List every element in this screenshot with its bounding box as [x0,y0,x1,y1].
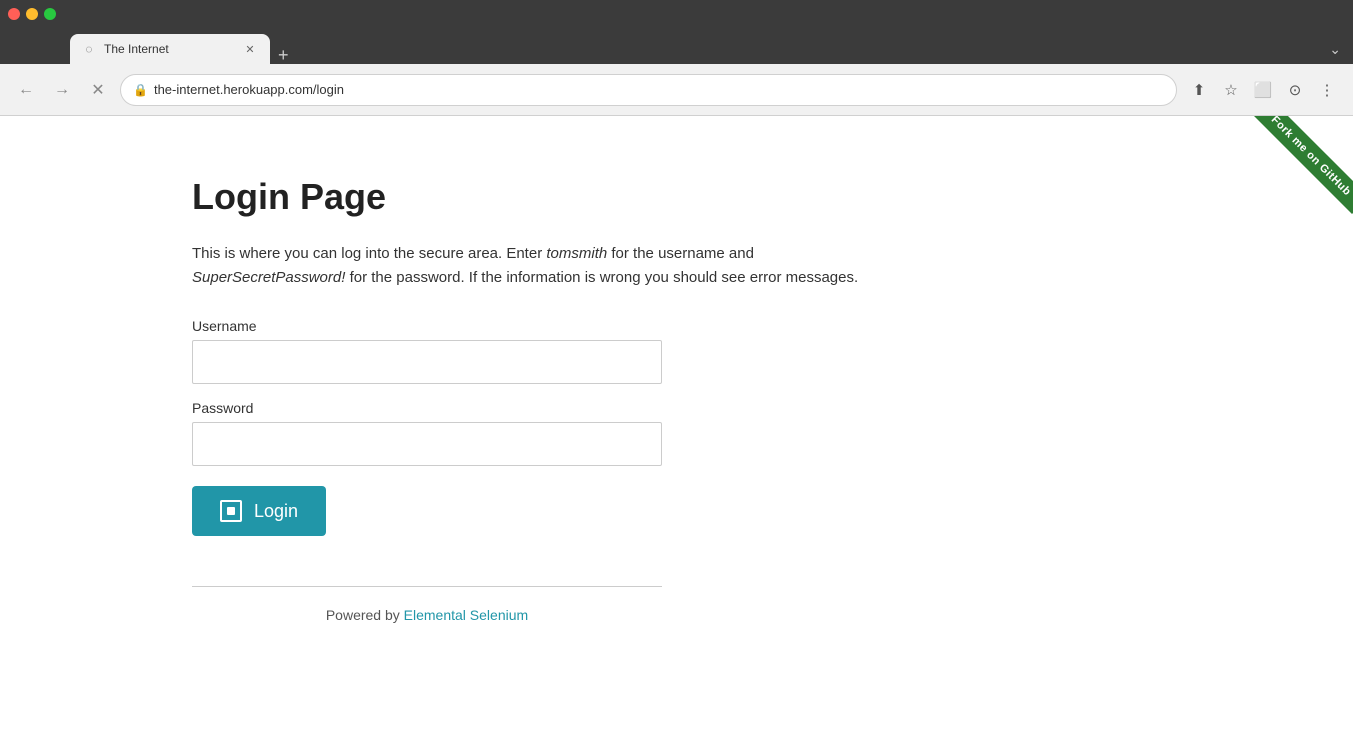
active-tab[interactable]: ◌ The Internet ✕ [70,34,270,64]
maximize-window-button[interactable] [44,8,56,20]
footer-text: Powered by [326,607,404,623]
tab-favicon: ◌ [82,42,96,56]
close-window-button[interactable] [8,8,20,20]
description-password: SuperSecretPassword! [192,269,345,286]
password-input[interactable] [192,422,662,466]
minimize-window-button[interactable] [26,8,38,20]
username-group: Username [192,318,900,384]
toolbar-right: ⬆ ☆ ⬜ ⊙ ⋮ [1185,76,1341,104]
address-bar[interactable] [154,82,1164,97]
tab-close-button[interactable]: ✕ [242,41,258,57]
password-group: Password [192,400,900,466]
reload-button[interactable]: ✕ [84,76,112,104]
title-bar [0,0,1353,28]
login-form: Username Password Login [192,318,900,536]
tab-bar-chevron[interactable]: ⌄ [1329,41,1341,58]
menu-button[interactable]: ⋮ [1313,76,1341,104]
browser-window: ◌ The Internet ✕ + ⌄ ← → ✕ 🔒 ⬆ ☆ ⬜ ⊙ ⋮ F… [0,0,1353,750]
address-bar-container[interactable]: 🔒 [120,74,1177,106]
back-button[interactable]: ← [12,76,40,104]
tab-title: The Internet [104,42,234,56]
sidebar-button[interactable]: ⬜ [1249,76,1277,104]
login-button-label: Login [254,501,298,522]
page-description: This is where you can log into the secur… [192,242,900,290]
login-button[interactable]: Login [192,486,326,536]
forward-button[interactable]: → [48,76,76,104]
fork-ribbon[interactable]: Fork me on GitHub [1233,116,1353,236]
traffic-lights [8,8,56,20]
fork-ribbon-label: Fork me on GitHub [1253,116,1353,214]
password-label: Password [192,400,900,416]
login-button-icon [220,500,242,522]
description-middle: for the username and [607,245,754,262]
main-content: Login Page This is where you can log int… [0,116,900,623]
footer-link[interactable]: Elemental Selenium [404,607,529,623]
tab-bar: ◌ The Internet ✕ + ⌄ [0,28,1353,64]
lock-icon: 🔒 [133,83,148,97]
profile-button[interactable]: ⊙ [1281,76,1309,104]
bookmark-button[interactable]: ☆ [1217,76,1245,104]
username-label: Username [192,318,900,334]
toolbar: ← → ✕ 🔒 ⬆ ☆ ⬜ ⊙ ⋮ [0,64,1353,116]
page-content: Fork me on GitHub Login Page This is whe… [0,116,1353,750]
description-end: for the password. If the information is … [345,269,858,286]
page-title: Login Page [192,176,900,218]
footer: Powered by Elemental Selenium [192,586,662,623]
description-username: tomsmith [546,245,607,262]
description-plain: This is where you can log into the secur… [192,245,546,262]
username-input[interactable] [192,340,662,384]
new-tab-button[interactable]: + [278,46,289,64]
share-button[interactable]: ⬆ [1185,76,1213,104]
